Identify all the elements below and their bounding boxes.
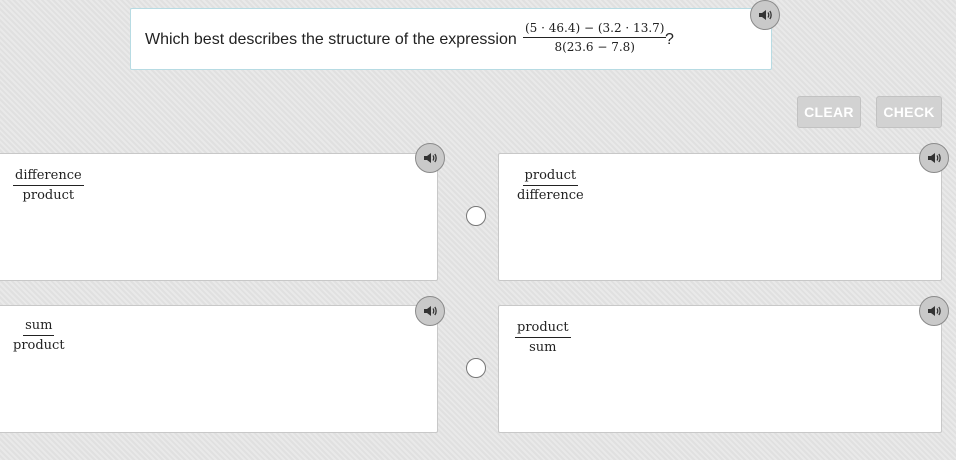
question-expression: (5 · 46.4) − (3.2 · 13.7) 8(23.6 − 7.8) [523,21,667,54]
choice-3-numerator: sum [23,318,55,336]
radio-row-2[interactable] [466,358,486,378]
choice-1-speaker-icon[interactable] [415,143,445,173]
radio-row-1[interactable] [466,206,486,226]
expression-denominator: 8(23.6 − 7.8) [554,40,635,54]
choice-1-fraction: difference product [13,168,84,203]
question-box: Which best describes the structure of th… [130,8,772,70]
choice-4-numerator: product [515,320,571,338]
answer-choice-3[interactable]: sum product [0,305,438,433]
choice-2-numerator: product [522,168,579,186]
choice-1-denominator: product [22,188,75,203]
answer-choice-2[interactable]: product difference [498,153,942,281]
choice-2-denominator: difference [517,188,584,203]
choice-4-fraction: product sum [515,320,571,355]
choice-4-denominator: sum [529,340,557,355]
choice-3-fraction: sum product [13,318,65,353]
speaker-glyph-icon [928,306,941,316]
choice-2-speaker-icon[interactable] [919,143,949,173]
question-prompt: Which best describes the structure of th… [145,31,517,48]
choice-4-speaker-icon[interactable] [919,296,949,326]
expression-numerator: (5 · 46.4) − (3.2 · 13.7) [523,21,667,38]
speaker-glyph-icon [759,10,772,20]
answer-choice-4[interactable]: product sum [498,305,942,433]
answer-choice-1[interactable]: difference product [0,153,438,281]
question-speaker-icon[interactable] [750,0,780,30]
check-button[interactable]: CHECK [876,96,942,128]
choice-3-denominator: product [13,338,65,353]
speaker-glyph-icon [928,153,941,163]
choice-3-speaker-icon[interactable] [415,296,445,326]
clear-button[interactable]: CLEAR [797,96,861,128]
speaker-glyph-icon [424,306,437,316]
choice-2-fraction: product difference [517,168,584,203]
choice-1-numerator: difference [13,168,84,186]
speaker-glyph-icon [424,153,437,163]
question-mark: ? [665,31,674,48]
